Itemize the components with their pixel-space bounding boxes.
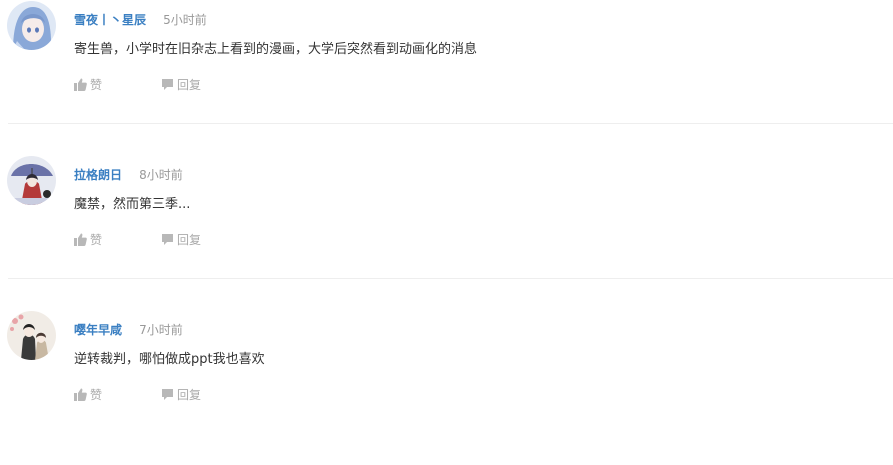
thumbs-up-icon [74,78,87,91]
timestamp: 7小时前 [139,323,183,337]
reply-button[interactable]: 回复 [161,386,201,402]
like-label: 赞 [90,387,103,402]
username[interactable]: 雪夜丨丶星辰 [74,13,146,27]
username[interactable]: 嘤年早咸 [74,323,122,337]
timestamp: 8小时前 [139,168,183,182]
reply-button[interactable]: 回复 [161,231,201,247]
reply-label: 回复 [177,77,202,92]
like-button[interactable]: 赞 [74,231,102,247]
speech-bubble-icon [162,233,173,245]
comment-item: 拉格朗日 8小时前 魔禁，然而第三季... 赞 回复 [0,155,893,310]
speech-bubble-icon [162,78,173,90]
comment-item: 雪夜丨丶星辰 5小时前 寄生兽，小学时在旧杂志上看到的漫画，大学后突然看到动画化… [0,0,893,155]
timestamp: 5小时前 [163,13,207,27]
anime-girl-umbrella-avatar [7,156,56,205]
thumbs-up-icon [74,233,87,246]
avatar[interactable] [7,1,56,50]
thumbs-up-icon [74,388,87,401]
comment-meta: 嘤年早咸 7小时前 [74,319,183,337]
reply-label: 回复 [177,232,202,247]
comment-text: 逆转裁判，哪怕做成ppt我也喜欢 [74,352,265,367]
like-button[interactable]: 赞 [74,386,102,402]
divider [8,123,893,124]
like-button[interactable]: 赞 [74,76,102,92]
username[interactable]: 拉格朗日 [74,168,122,182]
reply-label: 回复 [177,387,202,402]
avatar[interactable] [7,311,56,360]
reply-button[interactable]: 回复 [161,76,201,92]
anime-couple-avatar [7,311,56,360]
comment-meta: 拉格朗日 8小时前 [74,164,183,182]
speech-bubble-icon [162,388,173,400]
comment-meta: 雪夜丨丶星辰 5小时前 [74,9,207,27]
avatar[interactable] [7,156,56,205]
comment-text: 魔禁，然而第三季... [74,197,191,212]
anime-girl-blue-hair-avatar [7,1,56,50]
divider [8,278,893,279]
comment-text: 寄生兽，小学时在旧杂志上看到的漫画，大学后突然看到动画化的消息 [74,42,478,57]
comment-item: 嘤年早咸 7小时前 逆转裁判，哪怕做成ppt我也喜欢 赞 回复 [0,310,893,465]
like-label: 赞 [90,77,103,92]
like-label: 赞 [90,232,103,247]
